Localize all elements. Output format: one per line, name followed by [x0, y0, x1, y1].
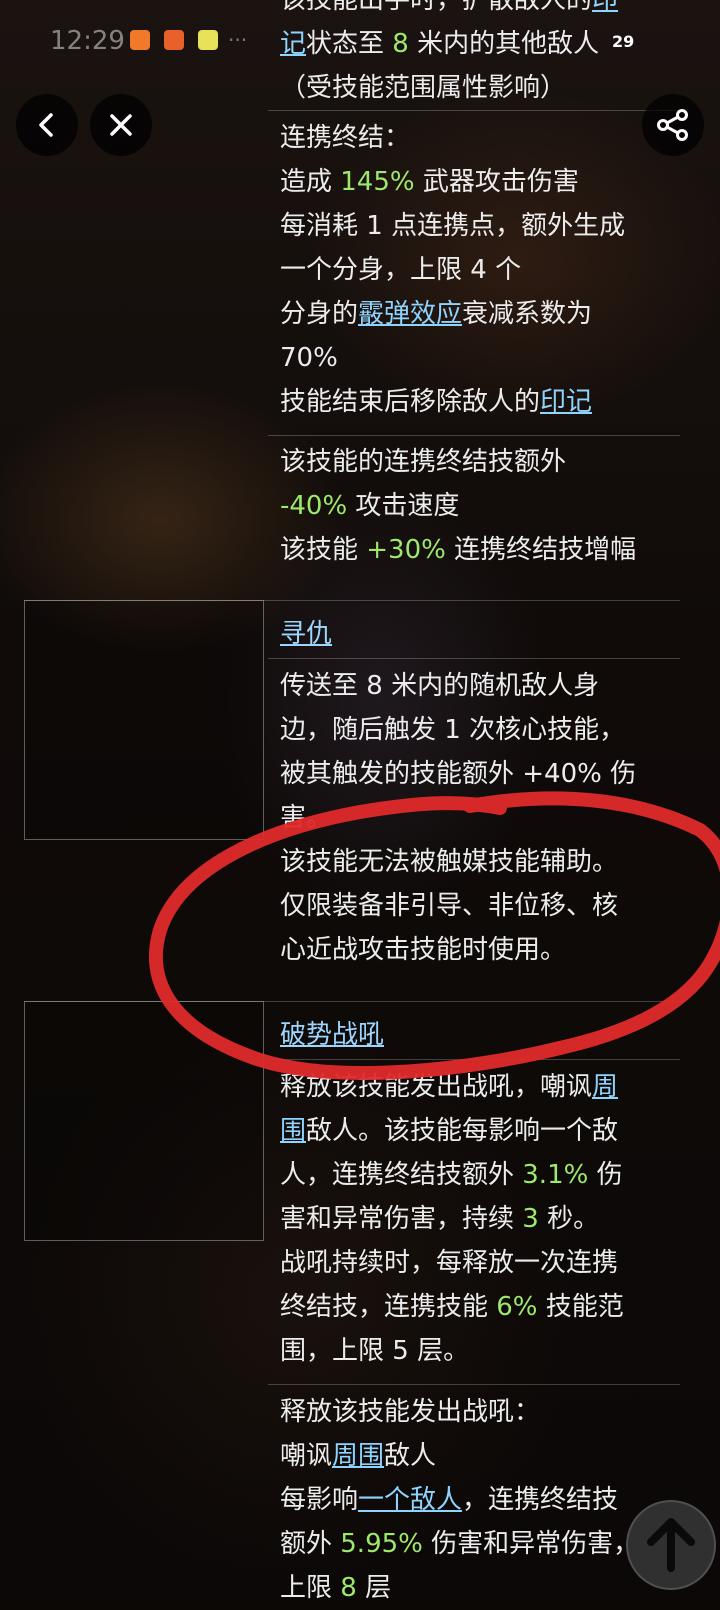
scroll-to-top-button[interactable] [626, 1500, 716, 1590]
red-annotation-circle [149, 791, 720, 1080]
arrow-up-icon [643, 1514, 699, 1574]
